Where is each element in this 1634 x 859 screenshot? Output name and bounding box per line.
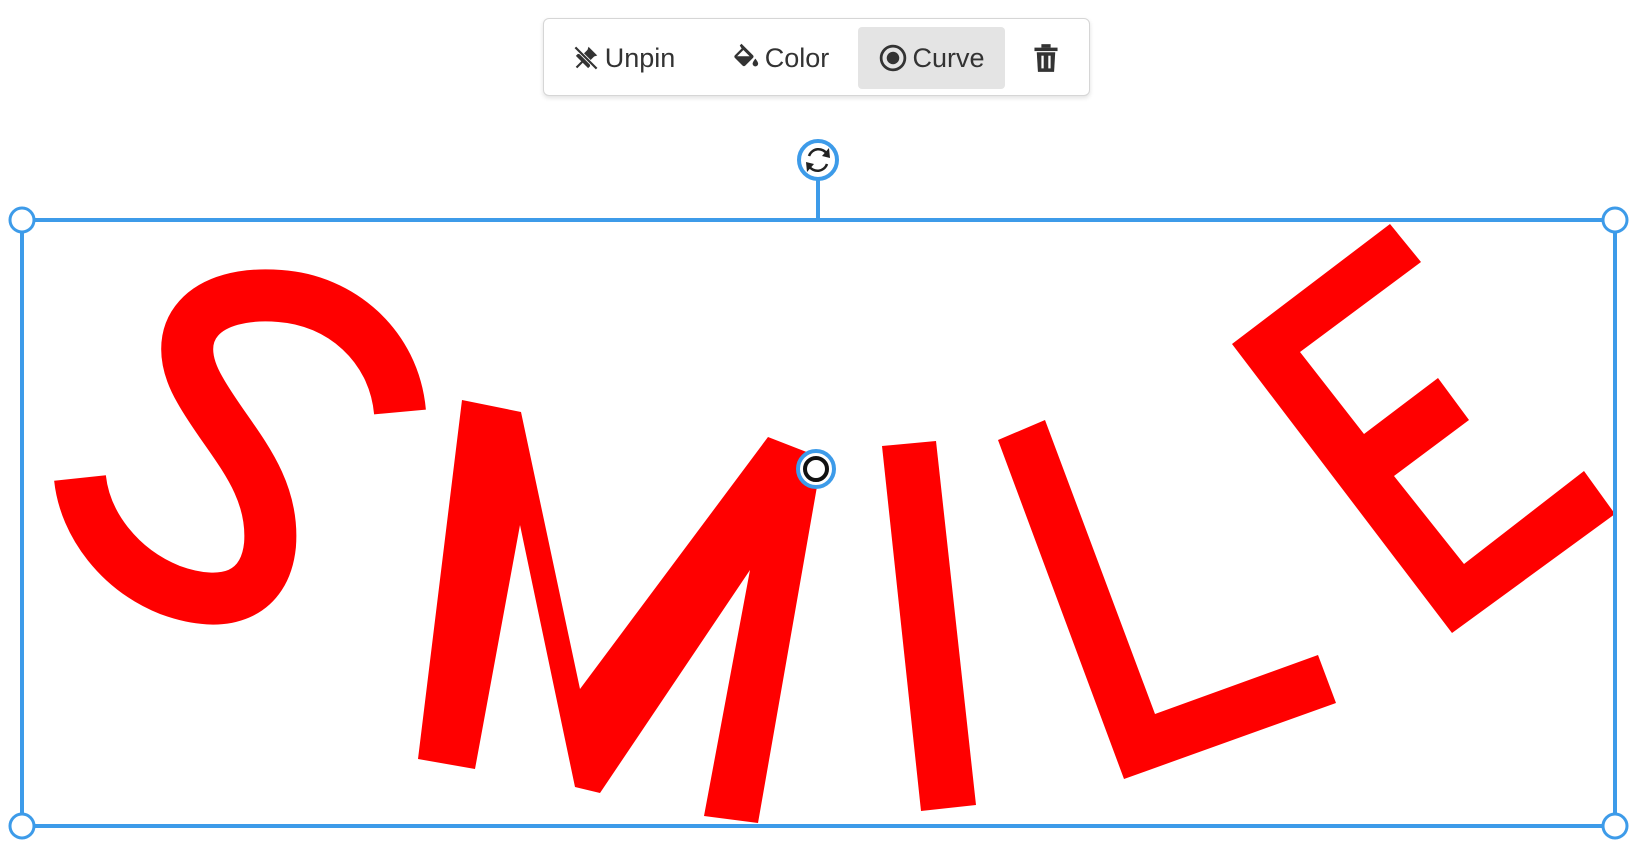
resize-handle-bottom-left[interactable] [8,812,36,840]
curved-text[interactable] [54,224,1615,823]
resize-handle-bottom-right[interactable] [1601,812,1629,840]
editor-canvas [8,139,1629,840]
letter-m [418,400,822,823]
letter-i [882,441,976,811]
letter-e [1232,224,1615,633]
letter-s [54,269,426,625]
curve-handle-icon[interactable] [796,449,836,489]
resize-handle-top-left[interactable] [8,206,36,234]
resize-handle-top-right[interactable] [1601,206,1629,234]
rotate-icon[interactable] [797,139,839,181]
letter-l [998,420,1336,779]
